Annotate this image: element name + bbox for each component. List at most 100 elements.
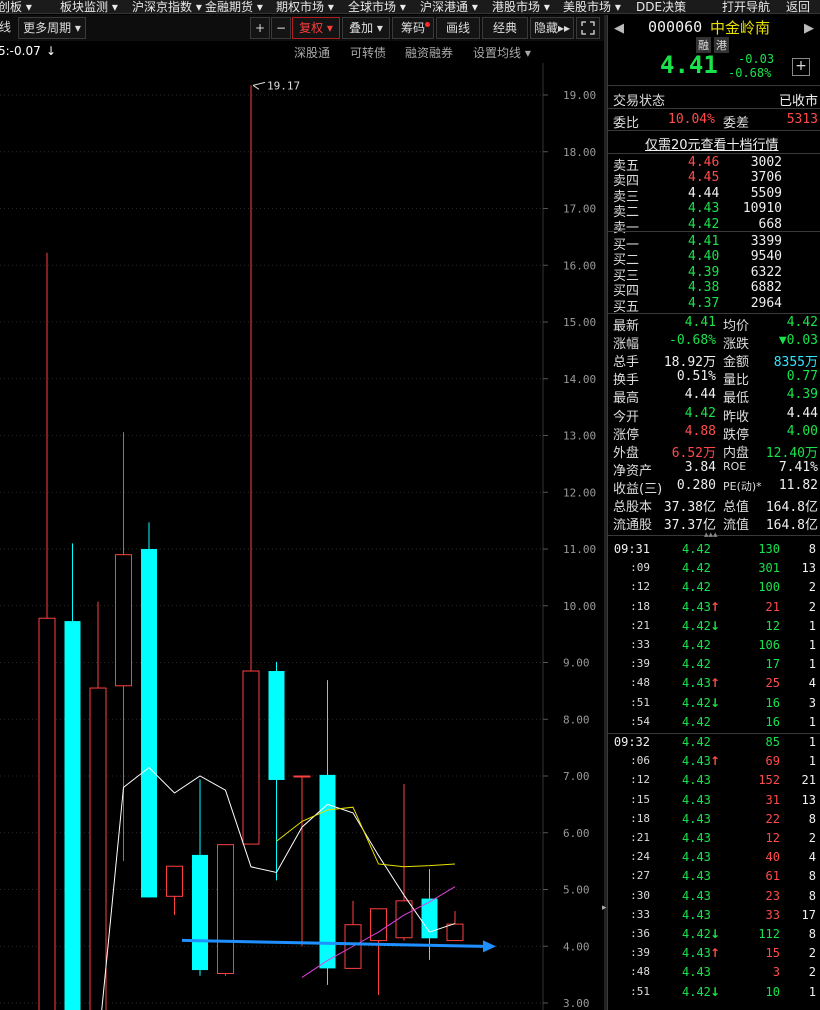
stat-value: 18.92万 (663, 355, 716, 371)
y-tick-label: 16.00 (563, 259, 596, 272)
zoom-out-button[interactable]: − (271, 17, 291, 39)
subbar-margin[interactable]: 融资融券 (405, 44, 453, 61)
tick-count: 1 (808, 754, 816, 769)
period-dropdown[interactable]: 更多周期 ▾ (18, 17, 86, 39)
tick-count: 8 (808, 888, 816, 903)
candle (395, 783, 413, 941)
tick-time: :21 (630, 618, 650, 632)
weibi-value: 10.04% (668, 112, 715, 127)
menu-item-7[interactable]: 港股市场 ▾ (492, 0, 550, 13)
y-tick-label: 19.00 (563, 89, 596, 102)
tick-price: 4.42 (682, 714, 711, 729)
stat-value: 4.44 (786, 405, 818, 421)
zoom-in-button[interactable]: + (250, 17, 270, 39)
tick-volume: 85 (765, 735, 780, 749)
y-tick-label: 6.00 (563, 827, 590, 840)
classic-button[interactable]: 经典 (482, 17, 528, 39)
candle (344, 900, 362, 969)
draw-line-button[interactable]: 画线 (436, 17, 480, 39)
stat-label: 涨幅 (613, 337, 640, 353)
stat-label: 今开 (613, 409, 640, 425)
menu-item-0[interactable]: 创板 ▾ (0, 0, 32, 13)
support-arrow-head (483, 940, 496, 953)
top-menu-bar: 创板 ▾ 板块监测 ▾ 沪深京指数 ▾ 金融期货 ▾ 期权市场 ▾ 全球市场 ▾ 沪深港通 … (0, 0, 820, 14)
tick-volume: 21 (765, 599, 780, 614)
tick-time: :12 (630, 580, 650, 594)
next-stock-icon[interactable]: ▶ (804, 21, 814, 36)
bid-volume: 9540 (750, 249, 782, 265)
tick-price: 4.43 (682, 965, 711, 980)
menu-item-4[interactable]: 期权市场 ▾ (276, 0, 334, 13)
prev-stock-icon[interactable]: ◀ (614, 21, 624, 36)
tick-price: 4.43 (682, 869, 711, 884)
tick-time: :12 (630, 773, 650, 787)
candle (293, 775, 311, 947)
menu-item-6[interactable]: 沪深港通 ▾ (420, 0, 478, 13)
stat-value: -0.68% (669, 333, 716, 349)
stat-value: 164.8亿 (765, 518, 818, 534)
arrow-up-icon: ↑ (710, 599, 721, 614)
bid-label: 买五 (613, 299, 640, 315)
menu-item-8[interactable]: 美股市场 ▾ (563, 0, 621, 13)
tick-time: :18 (630, 811, 650, 825)
hide-button[interactable]: 隐藏▸▸ (530, 17, 574, 39)
ma10-line (276, 806, 456, 868)
bid-volume: 2964 (750, 295, 782, 311)
candlestick-chart[interactable]: 19.00 18.00 17.00 16.00 15.00 14.00 13.00 12.00… (0, 63, 604, 1010)
stat-label: 总股本 (613, 500, 653, 515)
tick-volume: 31 (765, 792, 780, 807)
ask-volume: 3002 (750, 155, 782, 170)
y-tick-label: 17.00 (563, 203, 596, 216)
stat-label: 量比 (723, 373, 750, 389)
price-change-pct: -0.68% (728, 66, 772, 80)
tick-price: 4.43 (682, 792, 711, 807)
stock-name: 中金岭南 (710, 19, 771, 37)
menu-item-11[interactable]: 返回 (786, 0, 810, 13)
subbar-sgt[interactable]: 深股通 (294, 44, 330, 61)
arrow-down-icon: ↓ (710, 927, 721, 941)
tick-time: :51 (630, 695, 650, 709)
tick-time: :18 (630, 599, 650, 613)
tick-volume: 3 (772, 965, 780, 980)
add-watchlist-button[interactable]: + (792, 58, 810, 76)
collapse-up-icon[interactable]: ▴▴▴ (704, 530, 718, 540)
tick-price: 4.43 (682, 811, 711, 826)
stat-value: 12.40万 (765, 445, 818, 461)
chart-toolbar: 线 更多周期 ▾ + − 复权 ▾ 叠加 ▾ 筹码 画线 经典 隐藏▸▸ (0, 15, 604, 41)
last-price: 4.41 (660, 51, 718, 79)
bid-price: 4.39 (688, 264, 720, 280)
status-label: 交易状态 (613, 94, 666, 109)
ask-price: 4.46 (688, 155, 720, 170)
menu-item-2[interactable]: 沪深京指数 ▾ (132, 0, 202, 13)
y-tick-label: 5.00 (563, 884, 590, 897)
y-tick-label: 12.00 (563, 486, 596, 499)
menu-item-9[interactable]: DDE决策 (636, 0, 686, 13)
y-tick-label: 7.00 (563, 770, 590, 783)
period-left-label[interactable]: 线 (0, 17, 14, 39)
candle-body (242, 670, 260, 845)
subbar-convertible[interactable]: 可转债 (350, 44, 386, 61)
menu-item-1[interactable]: 板块监测 ▾ (60, 0, 118, 13)
menu-item-5[interactable]: 全球市场 ▾ (348, 0, 406, 13)
arrow-up-icon: ↑ (710, 946, 721, 961)
y-tick-label: 14.00 (563, 373, 596, 386)
subbar-ma-settings[interactable]: 设置均线 ▾ (473, 44, 531, 61)
overlay-button[interactable]: 叠加 ▾ (342, 17, 390, 39)
menu-item-3[interactable]: 金融期货 ▾ (205, 0, 263, 13)
tick-time: :15 (630, 792, 650, 806)
tick-volume: 301 (758, 561, 780, 576)
tick-count: 1 (808, 638, 816, 652)
candle-body (192, 854, 208, 971)
fuquan-button[interactable]: 复权 ▾ (292, 17, 340, 39)
chips-button[interactable]: 筹码 (392, 17, 434, 39)
tick-count: 21 (801, 773, 816, 788)
tick-time: :21 (630, 831, 650, 844)
candle (89, 601, 107, 1010)
bid-volume: 3399 (750, 234, 782, 249)
tick-time: :48 (630, 965, 650, 979)
menu-item-10[interactable]: 打开导航 (722, 0, 770, 13)
candle-body (38, 617, 56, 1010)
hide-label: 隐藏 (533, 21, 558, 35)
level10-promo-link[interactable]: 仅需20元查看十档行情 (645, 134, 779, 153)
expand-button[interactable] (576, 17, 600, 39)
